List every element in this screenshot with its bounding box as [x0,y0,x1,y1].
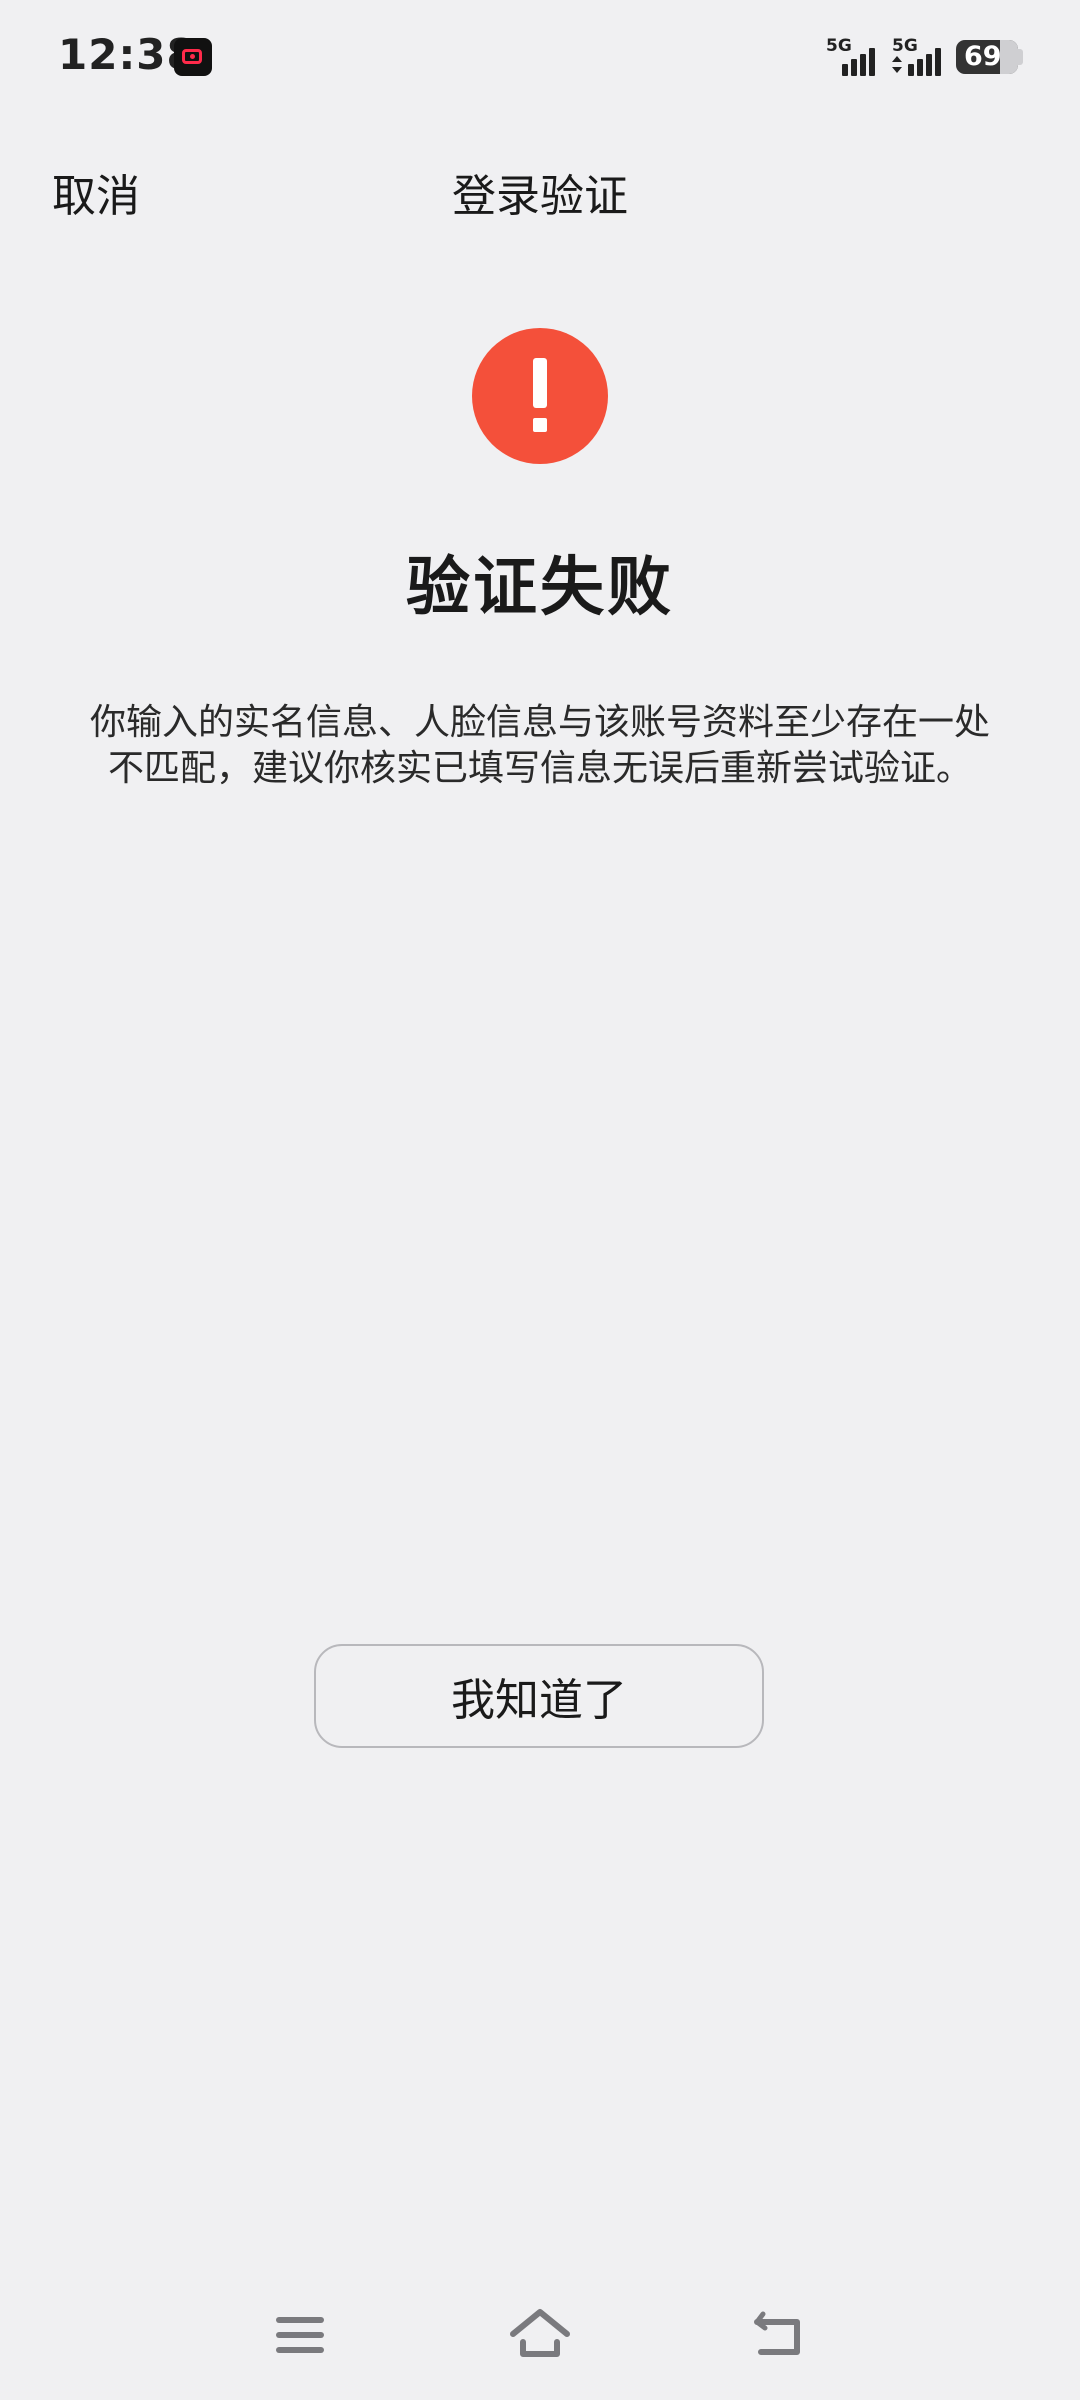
page-title: 登录验证 [452,171,628,222]
battery-icon: 69 [956,40,1018,74]
back-icon[interactable] [745,2300,815,2370]
status-bar: 12:38 5G 5G 69 [0,0,1080,116]
screen-recorder-icon [174,38,212,76]
battery-level: 69 [964,41,1002,72]
sim1-network-label: 5G [826,36,852,56]
ok-button[interactable]: 我知道了 [314,1644,764,1748]
cancel-button[interactable]: 取消 [52,160,140,224]
sim2-signal-icon: 5G [892,36,952,76]
result-title: 验证失败 [406,551,674,625]
exclamation-icon [472,328,608,464]
data-transfer-icon [892,56,902,73]
menu-icon[interactable] [265,2300,335,2370]
result-message: 你输入的实名信息、人脸信息与该账号资料至少存在一处不匹配，建议你核实已填写信息无… [89,702,990,789]
sim1-signal-icon: 5G [826,36,886,76]
verification-screen: 12:38 5G 5G 69 登录验证 取消 验证失败 你输入的实名信息、人脸信… [0,0,1080,2400]
sim2-network-label: 5G [892,36,918,56]
home-icon[interactable] [505,2300,575,2370]
